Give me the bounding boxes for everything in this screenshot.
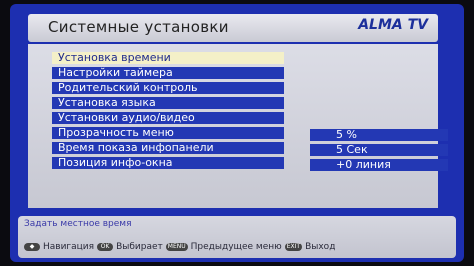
- menu-item-infopanel-time[interactable]: Время показа инфопанели: [52, 142, 284, 154]
- menu-item-timer-settings[interactable]: Настройки таймера: [52, 67, 284, 79]
- key-label-select: Выбирает: [116, 242, 163, 252]
- transparency-value[interactable]: 5 %: [310, 129, 448, 141]
- menu-item-language[interactable]: Установка языка: [52, 97, 284, 109]
- exit-key-icon: EXIT: [284, 243, 303, 251]
- settings-panel: Установка времени Настройки таймера Роди…: [28, 44, 448, 208]
- header-bar: Системные установки ALMA TV: [28, 14, 438, 42]
- help-footer: Задать местное время ◆ Навигация OK Выби…: [18, 216, 456, 258]
- nav-arrows-icon: ◆: [24, 243, 40, 251]
- infowindow-position-value[interactable]: +0 линия: [310, 159, 448, 171]
- menu-item-infowindow-position[interactable]: Позиция инфо-окна: [52, 157, 284, 169]
- brand-logo: ALMA TV: [358, 17, 428, 33]
- key-label-navigation: Навигация: [43, 242, 95, 252]
- key-legend: ◆ Навигация OK Выбирает MENU Предыдущее …: [24, 242, 335, 252]
- page-title: Системные установки: [48, 18, 229, 36]
- menu-item-parental-control[interactable]: Родительский контроль: [52, 82, 284, 94]
- ok-key-icon: OK: [97, 243, 114, 251]
- key-label-previous-menu: Предыдущее меню: [190, 242, 282, 252]
- menu-key-icon: MENU: [165, 243, 188, 251]
- help-hint: Задать местное время: [24, 219, 132, 229]
- menu-item-audio-video[interactable]: Установки аудио/видео: [52, 112, 284, 124]
- menu-item-transparency[interactable]: Прозрачность меню: [52, 127, 284, 139]
- tv-screen: Системные установки ALMA TV Установка вр…: [10, 4, 464, 262]
- key-label-exit: Выход: [305, 242, 336, 252]
- infopanel-time-value[interactable]: 5 Сек: [310, 144, 448, 156]
- menu-item-time-setup[interactable]: Установка времени: [52, 52, 284, 64]
